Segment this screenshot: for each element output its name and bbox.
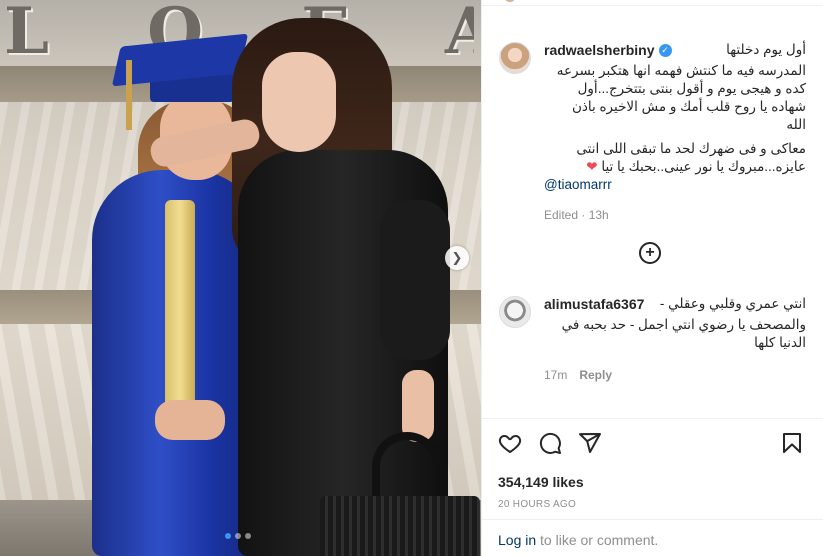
author-username-text: radwaelsherbiny xyxy=(544,42,655,58)
caption-line-6: معاكى و فى ضهرك لحد ما تبقى اللى انتى xyxy=(576,141,806,156)
woman-face xyxy=(262,52,336,152)
commenter-avatar[interactable] xyxy=(499,296,531,328)
plus-circle-icon: + xyxy=(645,244,655,261)
graduation-stole xyxy=(165,200,195,410)
comment-meta: 17m Reply xyxy=(544,368,806,382)
comment-line-2: والمصحف يا رضوي انتي اجمل - حد بحبه في xyxy=(561,317,806,332)
graduation-tassel xyxy=(126,60,132,130)
comment-button[interactable] xyxy=(538,431,564,457)
login-prompt: Log in to like or comment. xyxy=(482,519,823,556)
save-button[interactable] xyxy=(780,431,806,457)
login-link[interactable]: Log in xyxy=(498,532,536,548)
caption-line-7-row: عايزه...مبروك يا نور عينى..بحبك يا تيا ❤ xyxy=(544,158,806,176)
girl-hands xyxy=(155,400,225,440)
post-side-panel: radwaelsherbiny ✓ أول يوم دخلتها المدرسه… xyxy=(481,0,823,556)
bookmark-icon xyxy=(783,433,801,453)
post-actions: 354,149 likes 20 HOURS AGO Log in to lik… xyxy=(482,418,823,556)
caption-line-3: كده و هيجى يوم و أقول بنتى بتتخرج...أول xyxy=(577,81,806,96)
post-photo[interactable]: L O F A ❯ xyxy=(0,0,481,556)
caption-line-7: عايزه...مبروك يا نور عينى..بحبك يا تيا xyxy=(601,159,806,174)
load-more-comments-button[interactable]: + xyxy=(639,242,661,264)
reply-button[interactable]: Reply xyxy=(579,368,612,382)
carousel-dot-2 xyxy=(235,533,241,539)
like-button[interactable] xyxy=(498,431,524,457)
comment-item: alimustafa6367 انتي عمري وقلبي وعقلي - و… xyxy=(544,296,806,382)
mention-link[interactable]: @tiaomarrr xyxy=(544,177,612,192)
comments-section[interactable]: radwaelsherbiny ✓ أول يوم دخلتها المدرسه… xyxy=(482,20,823,416)
author-avatar[interactable] xyxy=(499,42,531,74)
comment-line-3: الدنيا كلها xyxy=(754,335,806,350)
share-button[interactable] xyxy=(578,431,604,457)
red-heart-emoji-icon: ❤ xyxy=(586,159,598,174)
caption-line-5: الله xyxy=(786,117,806,132)
header-bar-edge xyxy=(482,0,823,6)
likes-count[interactable]: 354,149 likes xyxy=(498,474,584,490)
caption-line-4: شهاده يا روح قلب أمك و مش الاخيره باذن xyxy=(571,99,806,114)
caption-edited-time: Edited · 13h xyxy=(544,208,609,222)
carousel-dot-3 xyxy=(245,533,251,539)
caption-block: radwaelsherbiny ✓ أول يوم دخلتها المدرسه… xyxy=(544,42,806,222)
post-timestamp[interactable]: 20 HOURS AGO xyxy=(498,499,576,510)
comment-time: 17m xyxy=(544,368,568,382)
woman-arm xyxy=(380,200,450,360)
action-icons-row xyxy=(498,431,808,457)
caption-line-1: أول يوم دخلتها xyxy=(726,42,806,57)
comment-icon xyxy=(539,432,561,454)
author-username[interactable]: radwaelsherbiny ✓ xyxy=(544,42,672,58)
comment-line-1: انتي عمري وقلبي وعقلي - xyxy=(659,296,806,311)
handbag xyxy=(320,496,480,556)
carousel-next-button[interactable]: ❯ xyxy=(445,246,469,270)
caption-line-2: المدرسه فيه ما كنتش فهمه انها هتكبر بسرع… xyxy=(556,63,806,78)
header-avatar-edge xyxy=(504,0,516,2)
carousel-dot-1 xyxy=(225,533,231,539)
caption-mention-row: @tiaomarrr xyxy=(544,176,806,194)
chevron-right-icon: ❯ xyxy=(451,250,463,265)
share-icon xyxy=(579,433,601,453)
carousel-dots xyxy=(225,533,251,539)
commenter-username[interactable]: alimustafa6367 xyxy=(544,296,644,312)
heart-icon xyxy=(498,434,522,454)
login-prompt-text: to like or comment. xyxy=(536,532,659,548)
verified-badge-icon: ✓ xyxy=(658,43,672,57)
